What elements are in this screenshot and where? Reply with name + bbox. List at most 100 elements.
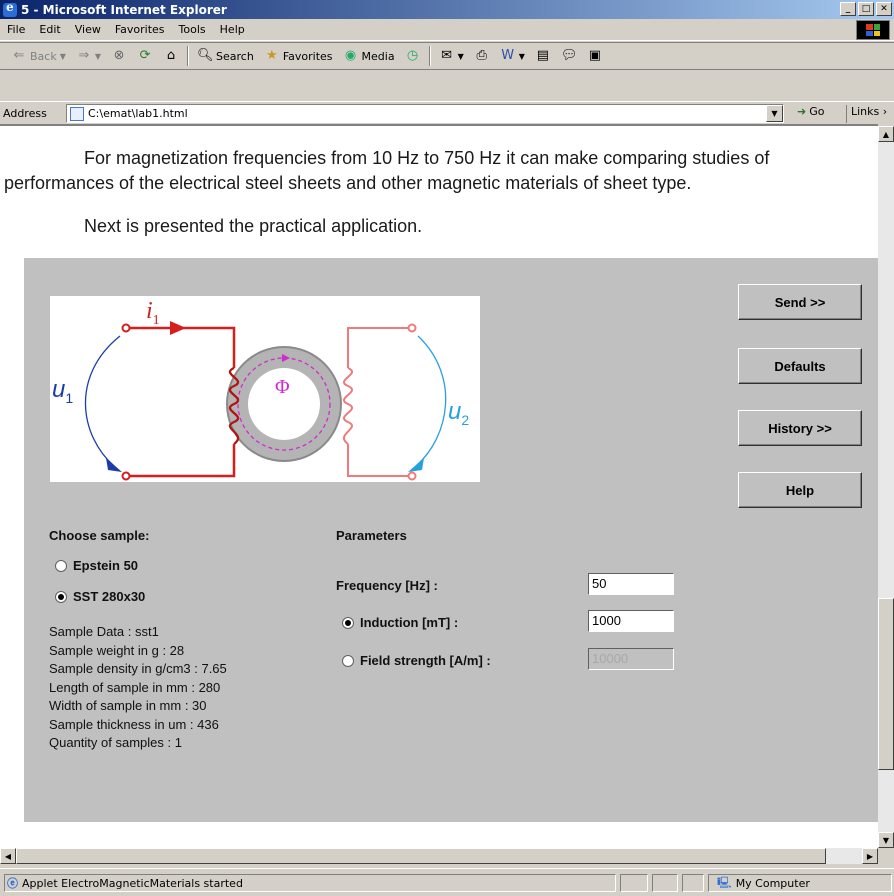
frequency-input[interactable]: 50 [588,573,674,595]
close-button[interactable]: ✕ [876,2,892,16]
search-icon: 🔍︎ [197,48,214,63]
sample-data-line: Length of sample in mm : 280 [49,679,221,695]
back-arrow-icon: ⇐ [13,48,25,63]
status-pane [620,874,648,892]
toolbar-separator [187,46,190,66]
status-bar: ⓔ Applet ElectroMagneticMaterials starte… [0,868,894,896]
forward-arrow-icon: ⇒ [78,48,90,63]
menu-edit[interactable]: Edit [32,23,67,36]
induction-input[interactable]: 1000 [588,610,674,632]
menu-view[interactable]: View [68,23,108,36]
scroll-left-button[interactable]: ◀ [0,848,16,864]
page-viewport: · ··· · ··· · For magnetization frequenc… [0,124,878,848]
frequency-label: Frequency [Hz] : [336,578,438,593]
scroll-right-button[interactable]: ▶ [862,848,878,864]
menu-help[interactable]: Help [213,23,252,36]
scroll-up-button[interactable]: ▲ [878,126,894,142]
maximize-button[interactable]: □ [858,2,874,16]
security-zone-pane: 🖳︎ My Computer [708,874,892,892]
address-bar: Address C:\emat\lab1.html ▼ ➜ Go Links › [0,101,894,124]
home-button[interactable]: ⌂ [158,48,184,64]
radio-indicator [342,654,354,667]
scroll-down-button[interactable]: ▼ [878,832,894,848]
favorites-icon: ★ [266,48,278,63]
defaults-button[interactable]: Defaults [738,348,862,384]
windows-logo-icon [856,20,890,40]
minimize-button[interactable]: _ [840,2,856,16]
field-strength-input: 10000 [588,648,674,670]
radio-sst-280x30[interactable]: SST 280x30 [55,589,145,604]
menu-favorites[interactable]: Favorites [108,23,172,36]
address-input[interactable]: C:\emat\lab1.html ▼ [66,104,784,123]
zone-label: My Computer [735,876,810,890]
chevron-down-icon: ▼ [457,51,464,61]
go-button[interactable]: ➜ Go [797,105,824,118]
back-button[interactable]: ⇐ Back ▼ [6,48,71,64]
chevron-down-icon: ▼ [59,51,66,61]
status-text: Applet ElectroMagneticMaterials started [22,876,243,890]
edit-button[interactable]: W ▼ [495,48,530,64]
address-label: Address [3,106,47,120]
voltage-label-u1: u1 [52,376,74,406]
forward-button[interactable]: ⇒ ▼ [71,48,106,64]
links-button[interactable]: Links › [846,105,887,123]
mail-icon: ✉ [441,48,453,63]
circuit-diagram: i1 u1 u2 Φ [50,296,480,482]
address-url: C:\emat\lab1.html [88,107,188,120]
title-bar: 5 - Microsoft Internet Explorer _ □ ✕ [0,0,894,19]
radio-indicator [342,616,354,629]
toolbar-separator [428,46,431,66]
chevron-down-icon: ▼ [94,51,102,61]
research-button[interactable]: ▣ [582,48,608,64]
discuss-icon: ▤ [536,48,550,63]
sample-data-line: Sample weight in g : 28 [49,642,185,658]
page-status-icon: ⓔ [7,877,18,890]
help-button[interactable]: Help [738,472,862,508]
horizontal-scrollbar[interactable]: ◀ ▶ [0,848,878,864]
vertical-scroll-thumb[interactable] [878,598,894,770]
search-button[interactable]: 🔍︎ Search [192,48,259,64]
print-icon: ⎙ [476,48,487,63]
voltage-label-u2: u2 [448,398,470,428]
radio-epstein-50[interactable]: Epstein 50 [55,558,138,573]
status-pane [652,874,678,892]
transformer-diagram-svg [84,321,447,481]
paragraph: Next is presented the practical applicat… [84,216,423,236]
paragraph-line: For magnetization frequencies from 10 Hz… [84,148,770,168]
vertical-scrollbar[interactable]: ▲ ▼ [878,126,894,848]
menu-file[interactable]: File [0,23,32,36]
send-button[interactable]: Send >> [738,284,862,320]
window-title: 5 - Microsoft Internet Explorer [21,2,227,17]
refresh-button[interactable]: ⟳ [132,48,158,64]
parameters-heading: Parameters [336,528,407,543]
mail-button[interactable]: ✉ ▼ [434,48,469,64]
sample-data-line: Sample thickness in um : 436 [49,716,219,732]
favorites-button[interactable]: ★ Favorites [259,48,338,64]
status-text-pane: ⓔ Applet ElectroMagneticMaterials starte… [4,874,616,892]
print-button[interactable]: ⎙ [469,48,495,64]
chevron-down-icon: ▼ [518,51,525,61]
messenger-button[interactable]: 💬︎ [556,48,582,64]
media-button[interactable]: ◉ Media [338,48,400,64]
horizontal-scroll-thumb[interactable] [16,848,826,864]
research-icon: ▣ [588,48,602,63]
menu-bar: File Edit View Favorites Tools Help [0,19,894,41]
sample-data-line: Sample density in g/cm3 : 7.65 [49,661,227,676]
history-button[interactable]: ◷ [400,48,426,64]
refresh-icon: ⟳ [139,48,151,63]
stop-button[interactable]: ⊗ [106,48,132,64]
current-label-i1: i1 [146,298,160,328]
sample-data-line: Sample Data : sst1 [49,624,159,639]
discuss-button[interactable]: ▤ [530,48,556,64]
menu-tools[interactable]: Tools [172,23,213,36]
sample-data-line: Quantity of samples : 1 [49,735,182,750]
window-controls: _ □ ✕ [840,2,892,16]
history-button[interactable]: History >> [738,410,862,446]
ie-icon [3,0,17,17]
computer-icon: 🖳︎ [717,875,732,889]
radio-induction[interactable]: Induction [mT] : [342,615,458,630]
status-pane [682,874,704,892]
word-edit-icon: W [501,48,515,63]
radio-field-strength[interactable]: Field strength [A/m] : [342,653,491,668]
chevron-down-icon[interactable]: ▼ [766,105,783,122]
